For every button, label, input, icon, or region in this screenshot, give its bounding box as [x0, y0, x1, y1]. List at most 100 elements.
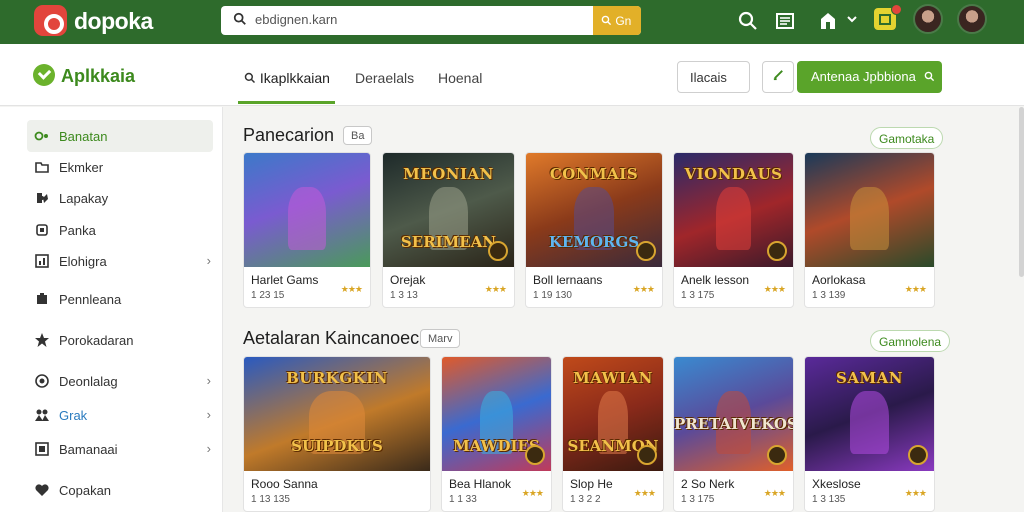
sidebar-item-square[interactable]: Panka	[27, 214, 213, 246]
chevron-right-icon: ›	[206, 373, 211, 388]
game-card[interactable]: CONMAIS KEMORGS Boll lernaans 1 19 130 ★…	[525, 152, 663, 308]
game-name: Xkeslose	[812, 477, 861, 491]
search-input[interactable]: ebdignen.karn	[255, 12, 337, 27]
chevron-right-icon: ›	[206, 441, 211, 456]
game-card[interactable]: VIONDAUS Anelk lesson 1 3 175 ★★★	[673, 152, 794, 308]
notification-icon[interactable]	[874, 4, 902, 30]
logo-text[interactable]: dopoka	[74, 8, 153, 35]
sidebar-item-label: Pennleana	[59, 292, 122, 307]
sidebar-item-favorites[interactable]: Copakan	[27, 474, 213, 506]
sidebar-item-label: Deonlalag	[59, 374, 118, 389]
sidebar-item-group[interactable]: Grak ›	[27, 399, 213, 431]
game-meta: 1 3 135	[812, 494, 846, 505]
rating-stars-icon: ★★★	[484, 284, 507, 294]
game-card[interactable]: Harlet Gams 1 23 15 ★★★	[243, 152, 371, 308]
character-art	[850, 391, 889, 454]
game-card[interactable]: MEONIAN SERIMEAN Orejak 1 3 13 ★★★	[382, 152, 515, 308]
sidebar-item-games[interactable]: Banatan	[27, 120, 213, 152]
game-badge-icon	[488, 241, 508, 261]
game-card[interactable]: SAMAN Xkeslose 1 3 135 ★★★	[804, 356, 935, 512]
add-app-button-label: Antenaa Jpbbiona	[811, 69, 916, 84]
target-icon	[34, 373, 50, 389]
filter-button[interactable]: Ilacais	[677, 61, 750, 93]
search-button-label: Gn	[615, 14, 632, 28]
brand-title[interactable]: Aplkkaia	[61, 66, 135, 87]
sidebar: Banatan Ekmker Lapakay Panka Elohigra › …	[0, 107, 223, 512]
character-art	[850, 187, 889, 250]
thumbnail-title: SAMAN	[836, 369, 903, 387]
section-pill[interactable]: Marv	[420, 329, 461, 348]
search-bar[interactable]: ebdignen.karn Gn	[221, 6, 641, 35]
news-icon[interactable]	[774, 10, 796, 32]
tab-label: Ikaplkkaian	[259, 70, 330, 86]
game-card[interactable]: MAWDIES Bea Hlanok 1 1 33 ★★★	[441, 356, 552, 512]
search-icon[interactable]	[737, 10, 759, 32]
chevron-right-icon: ›	[206, 407, 211, 422]
sidebar-item-folder[interactable]: Ekmker	[27, 151, 213, 183]
tab-apps[interactable]: Ikaplkkaian	[244, 70, 330, 86]
game-meta: 1 1 33	[449, 494, 477, 505]
game-badge-icon	[637, 445, 657, 465]
gamepad-icon	[34, 128, 50, 144]
edit-button[interactable]	[762, 61, 794, 93]
sidebar-item-charts[interactable]: Elohigra ›	[27, 245, 213, 277]
sidebar-item-label: Ekmker	[59, 160, 104, 175]
game-badge-icon	[525, 445, 545, 465]
sidebar-item-target[interactable]: Deonlalag ›	[27, 365, 213, 397]
tab-home[interactable]: Hoenal	[438, 70, 482, 86]
sidebar-item-star[interactable]: Porokadaran	[27, 324, 213, 356]
game-card[interactable]: Aorlokasa 1 3 139 ★★★	[804, 152, 935, 308]
search-button[interactable]: Gn	[593, 6, 641, 35]
sidebar-item-puzzle[interactable]: Lapakay	[27, 182, 213, 214]
game-meta: 1 13 135	[251, 494, 290, 505]
add-app-button[interactable]: Antenaa Jpbbiona	[797, 61, 942, 93]
rating-stars-icon: ★★★	[763, 284, 786, 294]
store-icon[interactable]	[817, 10, 839, 32]
see-all-button[interactable]: Gamnolena	[870, 330, 951, 352]
rating-stars-icon: ★★★	[904, 284, 927, 294]
game-meta: 1 3 175	[681, 290, 715, 301]
game-meta: 1 23 15	[251, 290, 285, 301]
section-title: Aetalaran Kaincanoec	[243, 328, 420, 348]
section-header: Aplkkaia Ikaplkkaian Deraelals Hoenal Il…	[0, 44, 1024, 106]
sidebar-item-trophy[interactable]: Pennleana	[27, 283, 213, 315]
logo-icon[interactable]	[34, 5, 67, 36]
search-icon	[925, 71, 935, 82]
filter-button-label: Ilacais	[690, 70, 727, 85]
sidebar-item-box[interactable]: Bamanaai ›	[27, 433, 213, 465]
thumbnail-title: MEONIAN	[403, 165, 494, 183]
game-card[interactable]: BURKGKIN SUIPDKUS Rooo Sanna 1 13 135	[243, 356, 431, 512]
see-all-button[interactable]: Gamotaka	[870, 127, 944, 149]
game-thumbnail: PRETAIVEKOS	[674, 357, 793, 471]
square-icon	[34, 222, 50, 238]
search-button-icon	[601, 15, 612, 26]
tab-details[interactable]: Deraelals	[355, 70, 414, 86]
top-bar: dopoka ebdignen.karn Gn	[0, 0, 1024, 44]
box-icon	[34, 441, 50, 457]
character-art	[715, 187, 752, 250]
sidebar-item-label: Bamanaai	[59, 442, 118, 457]
game-name: Harlet Gams	[251, 273, 319, 287]
rating-stars-icon: ★★★	[340, 284, 363, 294]
pencil-icon	[773, 70, 783, 81]
thumbnail-title: MAWIAN	[573, 369, 653, 387]
chevron-down-icon[interactable]	[845, 12, 859, 26]
game-meta: 1 3 175	[681, 494, 715, 505]
game-card[interactable]: PRETAIVEKOS 2 So Nerk 1 3 175 ★★★	[673, 356, 794, 512]
sidebar-item-label: Grak	[59, 408, 88, 423]
game-thumbnail: MAWIAN SEANMON	[563, 357, 663, 471]
game-thumbnail	[244, 153, 370, 267]
sidebar-item-label: Panka	[59, 223, 96, 238]
thumbnail-subtitle: SUIPDKUS	[291, 437, 383, 455]
character-art	[288, 187, 326, 250]
avatar-secondary[interactable]	[957, 4, 987, 34]
search-icon	[244, 72, 256, 84]
scrollbar[interactable]	[1019, 107, 1024, 277]
rating-stars-icon: ★★★	[763, 488, 786, 498]
game-name: Bea Hlanok	[449, 477, 512, 491]
game-name: Aorlokasa	[812, 273, 866, 287]
section-pill[interactable]: Ba	[343, 126, 373, 145]
game-card[interactable]: MAWIAN SEANMON Slop He 1 3 2 2 ★★★	[562, 356, 664, 512]
heart-icon	[34, 482, 50, 498]
avatar[interactable]	[913, 4, 943, 34]
